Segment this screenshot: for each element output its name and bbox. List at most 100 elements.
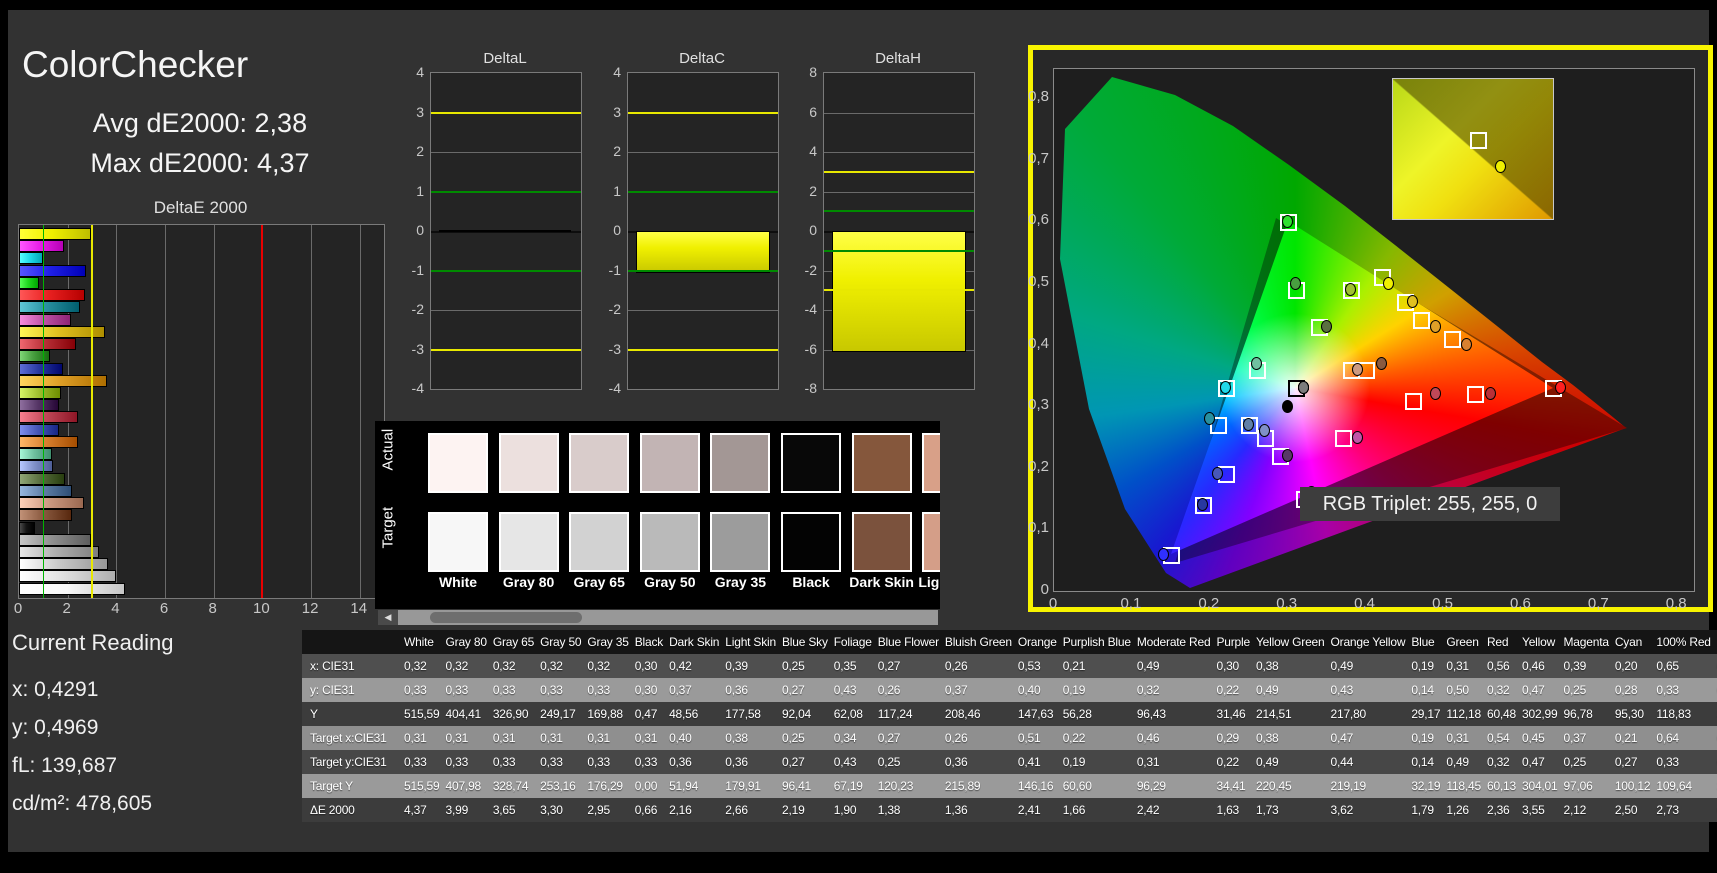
- threshold-line: [628, 111, 778, 114]
- table-cell: 0,31: [540, 731, 563, 745]
- table-cell: 0,66: [634, 803, 658, 817]
- table-cell: 3,62: [1330, 803, 1354, 817]
- table-cell: 215,89: [944, 779, 981, 793]
- table-cell: 97,06: [1563, 779, 1593, 793]
- table-cell: 0,40: [1017, 683, 1041, 697]
- table-cell: 3,65: [492, 803, 516, 817]
- deltae-bar: [19, 350, 50, 363]
- y-tick-label: -6: [804, 340, 817, 357]
- table-cell: 326,90: [492, 707, 529, 721]
- table-cell: 0,32: [540, 659, 563, 673]
- cie-measured-dot: [1282, 399, 1294, 413]
- table-cell: 67,19: [833, 779, 863, 793]
- table-column-header: Cyan: [1611, 630, 1654, 654]
- table-cell: 0,49: [1255, 755, 1279, 769]
- table-row-label: ΔE 2000: [310, 803, 355, 817]
- table-cell: 0,46: [1522, 659, 1545, 673]
- scroll-left-arrow-icon[interactable]: ◀: [378, 610, 398, 625]
- table-corner-cell: [302, 630, 401, 654]
- table-cell: 0,38: [1255, 731, 1279, 745]
- table-cell: 0,27: [877, 731, 901, 745]
- table-cell: 0,34: [833, 731, 857, 745]
- table-cell: 0,41: [1017, 755, 1041, 769]
- scrollbar-thumb[interactable]: [430, 612, 582, 623]
- patch-swatch-panel: Actual Target White Gray 80 Gray 65 Gray 50…: [375, 421, 940, 609]
- table-cell: 0,19: [1062, 683, 1086, 697]
- deltac-title: DeltaC: [679, 50, 725, 67]
- deltae-bar: [19, 301, 80, 314]
- table-cell: 29,17: [1411, 707, 1441, 721]
- table-cell: 0,43: [833, 755, 857, 769]
- y-tick-label: -4: [608, 380, 621, 396]
- table-cell: 60,13: [1486, 779, 1516, 793]
- gridline: [824, 191, 974, 193]
- table-cell: 2,42: [1136, 803, 1160, 817]
- table-cell: 0,31: [1446, 659, 1469, 673]
- x-tick-label: 4: [111, 600, 120, 617]
- x-tick-label: 12: [301, 600, 319, 617]
- table-cell: 56,28: [1062, 707, 1092, 721]
- cie-measured-dot: [1406, 294, 1418, 308]
- table-cell: 0,46: [1136, 731, 1160, 745]
- cie-x-tick-label: 0,1: [1120, 595, 1142, 612]
- deltae-bar: [19, 240, 64, 253]
- actual-swatch: [498, 433, 559, 493]
- table-cell: 96,78: [1563, 707, 1593, 721]
- table-cell: 2,50: [1614, 803, 1638, 817]
- cie-x-tick-label: 0,3: [1276, 595, 1298, 612]
- swatch-label: Black: [792, 574, 830, 590]
- table-cell: 0,37: [669, 683, 692, 697]
- deltah-gauge: [823, 72, 975, 390]
- table-cell: 60,48: [1486, 707, 1516, 721]
- table-row: Y 515,59 404,41 326,90 249,17 169,88 0,47 48,56…: [302, 702, 1717, 726]
- table-cell: 0,00: [634, 779, 658, 793]
- table-cell: 112,18: [1446, 707, 1481, 721]
- table-cell: 0,27: [781, 683, 805, 697]
- table-column-header: Black: [631, 630, 667, 654]
- table-column-header: Purplish Blue: [1059, 630, 1134, 654]
- table-cell: 176,29: [587, 779, 623, 793]
- table-cell: 34,41: [1216, 779, 1246, 793]
- table-cell: 92,04: [781, 707, 812, 721]
- measurement-table: White Gray 80 Gray 65 Gray 50 Gray 35 Black Da…: [302, 630, 1717, 822]
- table-row: ΔE 2000 4,37 3,99 3,65 3,30 2,95 0,66 2,16 2,66 2…: [302, 798, 1717, 822]
- cie-measured-dot: [1282, 448, 1294, 462]
- table-cell: 0,33: [587, 755, 610, 769]
- table-row-label: Target x:CIE31: [310, 731, 387, 745]
- deltae-bar: [19, 435, 78, 448]
- threshold-line: [431, 111, 581, 114]
- cie-y-tick-label: 0,6: [1028, 211, 1049, 229]
- gridline: [359, 225, 361, 598]
- table-cell: 0,38: [1255, 659, 1279, 673]
- swatch-label: Light Skin: [918, 574, 940, 590]
- table-cell: 0,25: [781, 659, 805, 673]
- table-row-label: Y: [310, 707, 318, 721]
- deltac-gauge: [627, 72, 779, 390]
- table-cell: 214,51: [1255, 707, 1292, 721]
- table-cell: 0,44: [1330, 755, 1354, 769]
- table-cell: 0,49: [1255, 683, 1279, 697]
- table-cell: 0,36: [725, 755, 748, 769]
- swatch-scrollbar[interactable]: ◀: [378, 610, 938, 625]
- x-tick-label: 6: [159, 600, 169, 617]
- y-tick-label: -3: [608, 340, 621, 357]
- table-column-header: Orange Yellow: [1327, 630, 1409, 654]
- target-row-label: Target: [379, 506, 397, 549]
- y-tick-label: 6: [809, 103, 817, 120]
- y-tick-label: 2: [809, 182, 817, 199]
- table-column-header: Gray 80: [442, 630, 490, 654]
- table-row: Target Y 515,59 407,98 328,74 253,16 176,29 0,…: [302, 774, 1717, 798]
- cie-measured-dot: [1352, 430, 1364, 444]
- actual-swatch: [710, 433, 771, 493]
- table-cell: 0,32: [1136, 683, 1160, 697]
- table-cell: 0,29: [1216, 731, 1240, 745]
- deltae-bar: [19, 545, 100, 558]
- table-cell: 0,26: [944, 731, 968, 745]
- table-column-header: Foliage: [830, 630, 875, 654]
- y-tick-label: 8: [809, 64, 817, 80]
- cie-measured-dot: [1251, 356, 1263, 370]
- table-cell: 0,32: [445, 659, 469, 673]
- table-cell: 0,31: [404, 731, 427, 745]
- target-swatch: [710, 512, 771, 572]
- table-cell: 100,12: [1614, 779, 1651, 793]
